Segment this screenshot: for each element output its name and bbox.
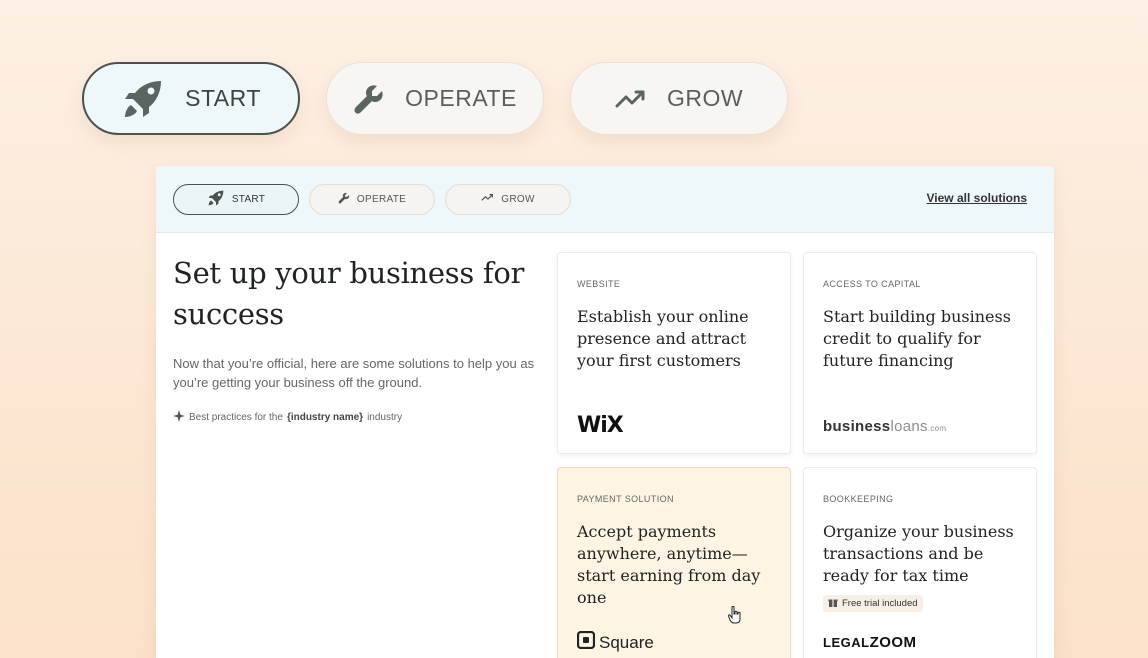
view-all-solutions-link[interactable]: View all solutions — [927, 191, 1027, 205]
free-trial-badge: Free trial included — [823, 595, 923, 612]
solution-card-capital[interactable]: ACCESS TO CAPITAL Start building busines… — [803, 252, 1037, 454]
card-heading: Organize your business transactions and … — [823, 522, 1014, 585]
card-category: WEBSITE — [577, 279, 621, 289]
rocket-icon — [207, 189, 225, 210]
wrench-icon — [338, 192, 350, 207]
hero-tab-label: GROW — [666, 85, 744, 111]
sparkle-icon — [173, 410, 185, 425]
best-suffix: industry — [367, 412, 403, 423]
panel-header: START OPERATE GROW View all solutions — [156, 166, 1054, 233]
card-category: BOOKKEEPING — [823, 494, 894, 504]
solutions-panel: START OPERATE GROW View all solutions Se… — [156, 166, 1054, 658]
logo-part-legal: LEGAL — [823, 635, 870, 650]
hero-tab-bar: START OPERATE GROW — [82, 62, 788, 135]
page-title: Set up your business for success — [173, 256, 525, 331]
solution-card-payment[interactable]: PAYMENT SOLUTION Accept payments anywher… — [557, 467, 791, 658]
trending-up-icon — [615, 88, 647, 110]
square-icon — [576, 630, 596, 654]
hero-tab-grow[interactable]: GROW — [570, 62, 788, 135]
trending-up-icon — [481, 193, 494, 205]
logo-part-business: business — [823, 418, 891, 435]
best-practices-note: Best practices for the {industry name} i… — [173, 410, 543, 425]
best-prefix: Best practices for the — [189, 412, 283, 423]
card-heading: Start building business credit to qualif… — [823, 307, 1011, 370]
card-category: PAYMENT SOLUTION — [577, 494, 674, 504]
solution-card-bookkeeping[interactable]: BOOKKEEPING Organize your business trans… — [803, 467, 1037, 658]
panel-tab-bar: START OPERATE GROW — [173, 183, 571, 215]
logo-part-zoom: ZOOM — [869, 634, 917, 651]
card-heading: Establish your online presence and attra… — [577, 307, 749, 370]
logo-part-com: .com — [927, 424, 947, 433]
hand-cursor-icon — [727, 605, 742, 629]
panel-tab-label: START — [231, 193, 266, 205]
hero-tab-label: OPERATE — [405, 85, 517, 111]
square-logo: Square — [576, 630, 654, 654]
solution-card-website[interactable]: WEBSITE Establish your online presence a… — [557, 252, 791, 454]
hero-tab-start[interactable]: START — [82, 62, 300, 135]
panel-tab-grow[interactable]: GROW — [445, 183, 571, 215]
hero-tab-label: START — [185, 85, 261, 111]
intro-section: Set up your business for success Now tha… — [173, 253, 543, 425]
rocket-icon — [121, 77, 165, 121]
intro-description: Now that you’re official, here are some … — [173, 356, 535, 390]
card-heading: Accept payments anywhere, anytime—start … — [577, 522, 761, 607]
wrench-icon — [353, 83, 385, 115]
card-category: ACCESS TO CAPITAL — [823, 279, 921, 289]
panel-tab-label: GROW — [501, 193, 535, 205]
businessloans-logo: businessloans.com — [823, 418, 946, 435]
square-logo-text: Square — [599, 632, 654, 652]
panel-tab-start[interactable]: START — [173, 183, 299, 215]
wix-logo: WiX — [577, 413, 624, 438]
hero-tab-operate[interactable]: OPERATE — [326, 62, 544, 135]
logo-part-loans: loans — [890, 418, 928, 435]
badge-label: Free trial included — [842, 598, 918, 609]
legalzoom-logo: LEGALZOOM — [823, 634, 917, 651]
panel-tab-operate[interactable]: OPERATE — [309, 183, 435, 215]
panel-tab-label: OPERATE — [356, 193, 407, 205]
industry-name: {industry name} — [286, 412, 364, 423]
gift-icon — [828, 597, 838, 610]
